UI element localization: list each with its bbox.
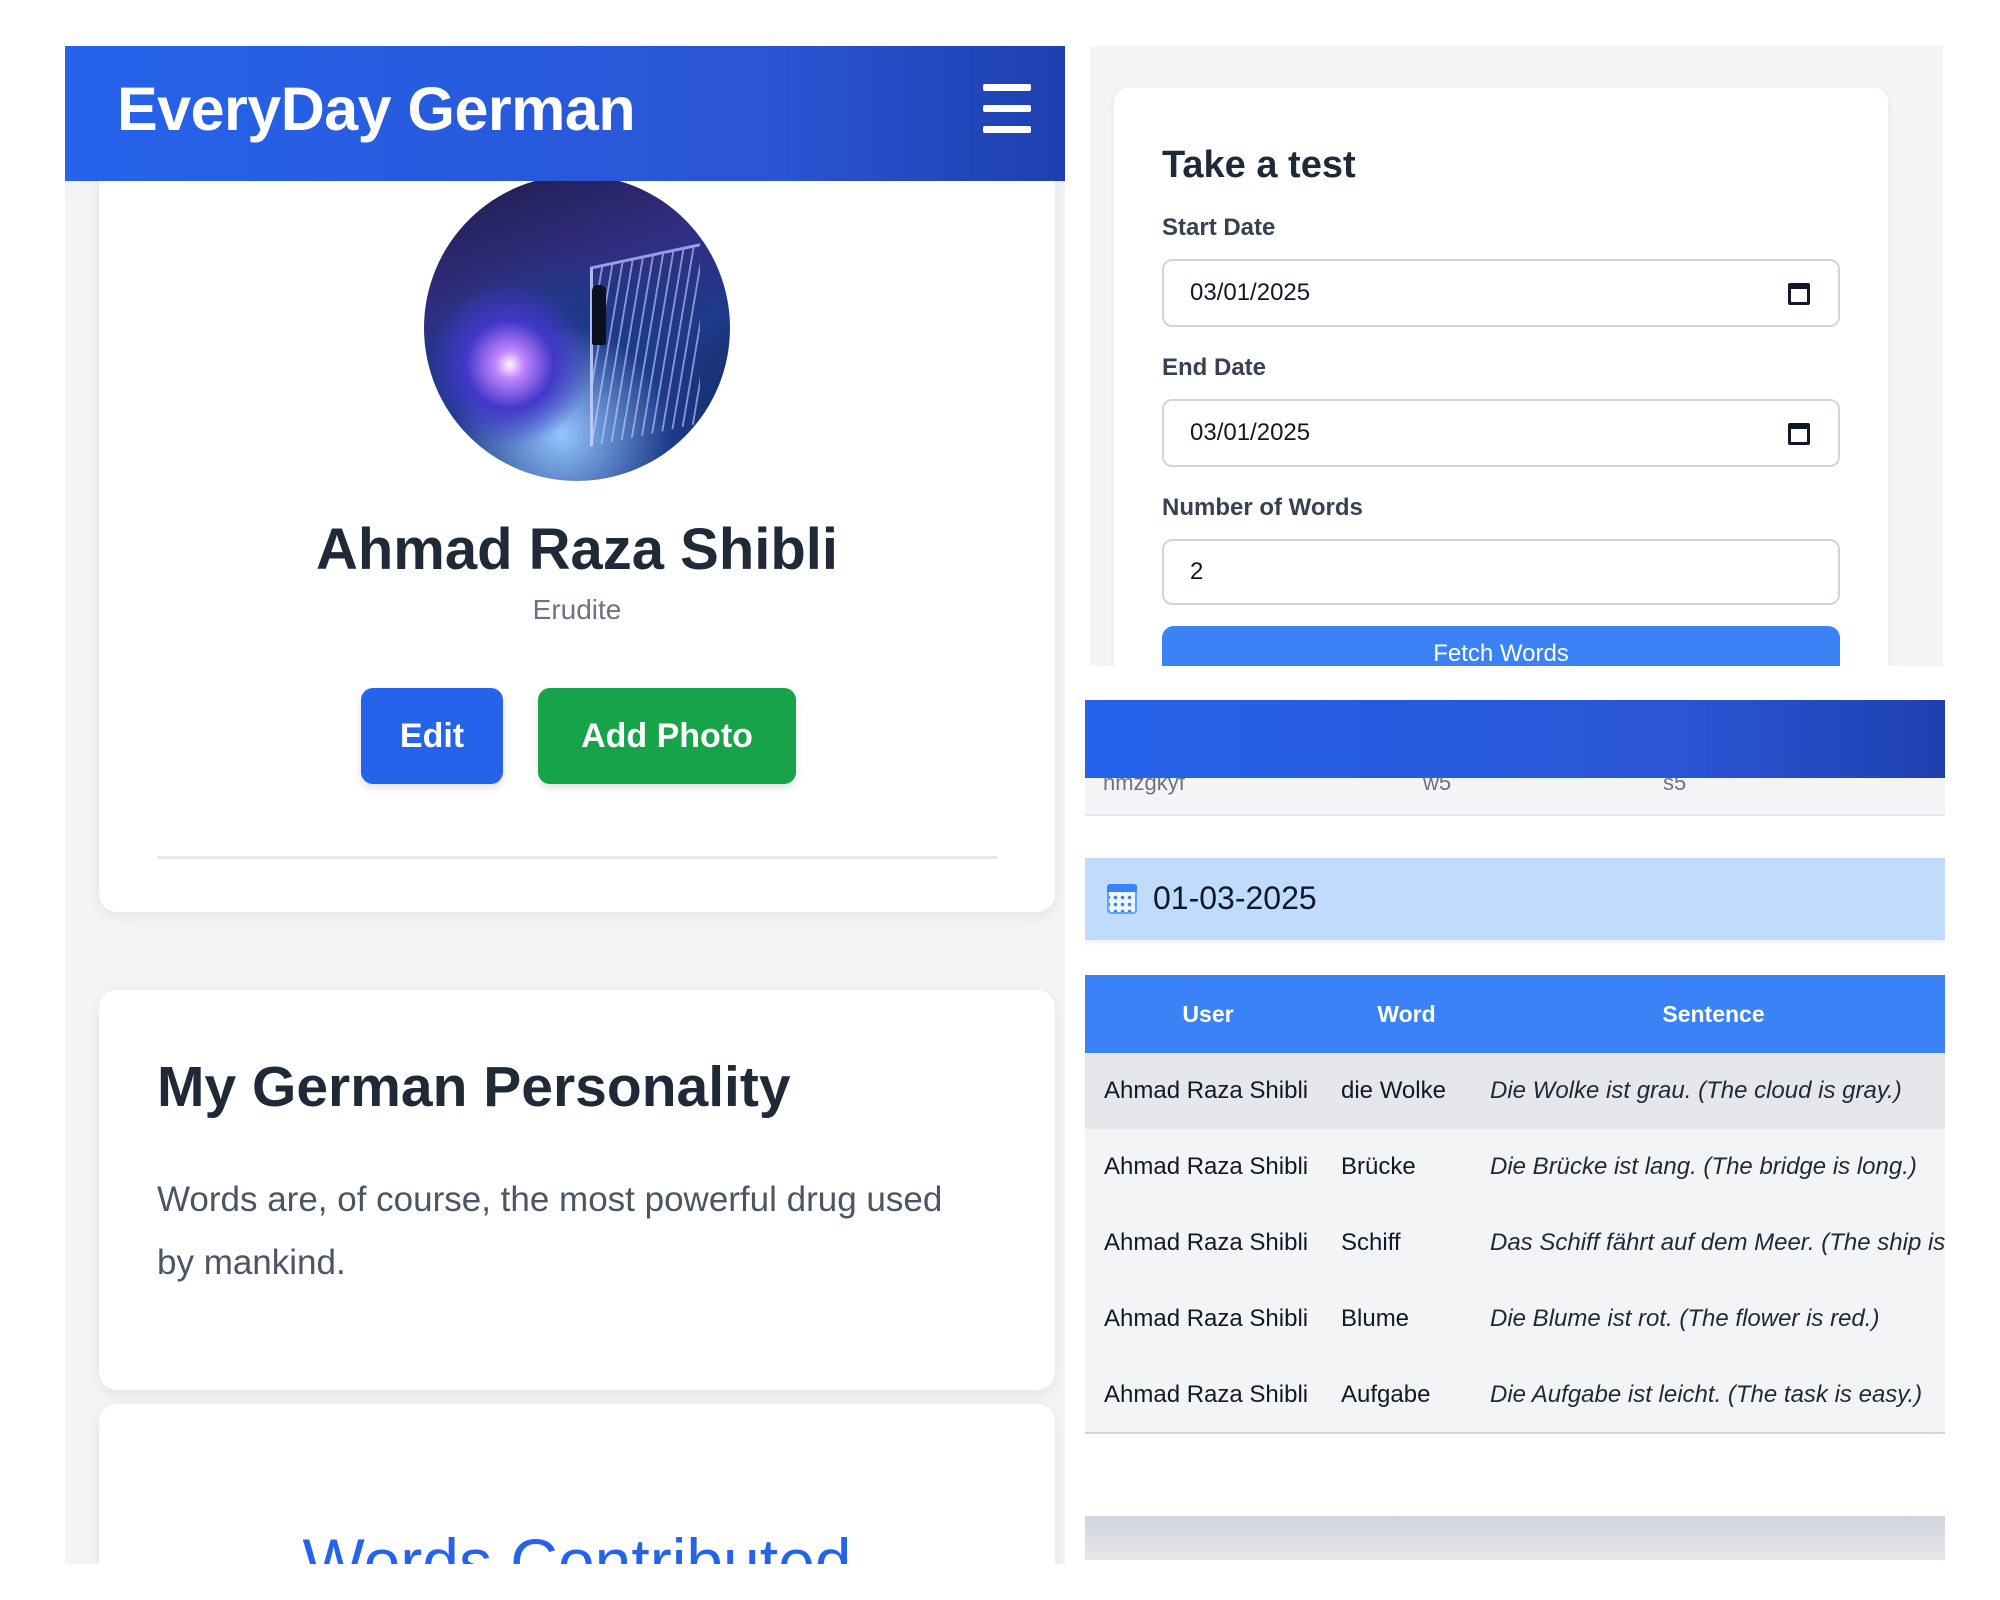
date-label: 01-03-2025 <box>1153 880 1317 916</box>
user-cell: Ahmad Raza Shibli <box>1104 1380 1309 1408</box>
end-date-input[interactable]: 03/01/2025 <box>1162 399 1840 467</box>
user-cell: Ahmad Raza Shibli <box>1104 1229 1309 1256</box>
calendar-icon[interactable] <box>1788 283 1810 305</box>
test-form-card: Take a test Start Date 03/01/2025 End Da… <box>1114 88 1888 666</box>
word-list-panel: nmzgkyf w5 s5 01-03-2025 User Word Sente… <box>1085 700 1945 1560</box>
start-date-input[interactable]: 03/01/2025 <box>1162 259 1840 327</box>
user-cell: Ahmad Raza Shibli <box>1104 1153 1309 1180</box>
table-row[interactable]: Ahmad Raza Shibli Aufgabe Die Aufgabe is… <box>1085 1357 1945 1433</box>
personality-card: My German Personality Words are, of cour… <box>99 990 1055 1390</box>
fetch-words-button[interactable]: Fetch Words <box>1162 626 1840 666</box>
number-of-words-value: 2 <box>1190 558 1204 585</box>
personality-quote: Words are, of course, the most powerful … <box>157 1180 943 1282</box>
sentence-cell: Die Aufgabe ist leicht. (The task is eas… <box>1490 1380 1923 1408</box>
navbar: EveryDay German <box>65 46 1065 181</box>
calendar-icon <box>1107 884 1137 914</box>
end-date-label: End Date <box>1162 354 1267 381</box>
end-date-value: 03/01/2025 <box>1190 419 1311 446</box>
hamburger-icon[interactable] <box>983 84 1031 134</box>
column-header-user[interactable]: User <box>1085 975 1331 1053</box>
divider <box>157 856 997 859</box>
test-panel: Take a test Start Date 03/01/2025 End Da… <box>1090 46 1943 666</box>
personality-heading: My German Personality <box>157 1055 791 1119</box>
table-header-row: User Word Sentence <box>1085 975 1945 1053</box>
word-table: User Word Sentence Ahmad Raza Shibli die… <box>1085 975 1945 1434</box>
words-contributed-card: Words Contributed <box>99 1404 1055 1564</box>
user-title: Erudite <box>532 594 622 625</box>
word-cell: Aufgabe <box>1341 1380 1431 1408</box>
profile-page: EveryDay German Ahmad Raza Shibli Erudit… <box>65 46 1065 1564</box>
profile-card: Ahmad Raza Shibli Erudite Edit Add Photo <box>99 106 1055 912</box>
calendar-icon[interactable] <box>1788 423 1810 445</box>
user-name: Ahmad Raza Shibli <box>315 517 839 582</box>
word-cell: Brücke <box>1341 1153 1416 1180</box>
number-of-words-label: Number of Words <box>1162 494 1363 521</box>
start-date-value: 03/01/2025 <box>1190 279 1311 306</box>
table-row[interactable]: Ahmad Raza Shibli Schiff Das Schiff fähr… <box>1085 1205 1945 1281</box>
column-header-word[interactable]: Word <box>1331 975 1482 1053</box>
start-date-label: Start Date <box>1162 214 1276 241</box>
edit-button[interactable]: Edit <box>361 688 503 784</box>
number-of-words-input[interactable]: 2 <box>1162 539 1840 605</box>
user-cell: Ahmad Raza Shibli <box>1104 1077 1309 1104</box>
word-cell: Blume <box>1341 1305 1410 1332</box>
user-cell: Ahmad Raza Shibli <box>1104 1305 1309 1332</box>
sentence-cell: Die Brücke ist lang. (The bridge is long… <box>1490 1153 1917 1180</box>
avatar <box>424 175 730 481</box>
words-contributed-heading: Words Contributed <box>302 1525 852 1564</box>
navbar <box>1085 700 1945 778</box>
sentence-cell: Das Schiff fährt auf dem Meer. (The ship… <box>1490 1229 1945 1256</box>
word-cell: die Wolke <box>1341 1077 1446 1104</box>
table-row[interactable]: Ahmad Raza Shibli die Wolke Die Wolke is… <box>1085 1053 1945 1129</box>
test-heading: Take a test <box>1162 144 1356 186</box>
column-header-sentence[interactable]: Sentence <box>1482 975 1945 1053</box>
word-cell: Schiff <box>1341 1229 1401 1256</box>
table-row: nmzgkyf w5 s5 <box>1085 770 1945 816</box>
table-row[interactable]: Ahmad Raza Shibli Blume Die Blume ist ro… <box>1085 1281 1945 1357</box>
brand-logo[interactable]: EveryDay German <box>117 74 636 144</box>
date-group-header[interactable]: 01-03-2025 <box>1085 858 1945 940</box>
add-photo-button[interactable]: Add Photo <box>538 688 796 784</box>
footer-bar <box>1085 1516 1945 1560</box>
table-row[interactable]: Ahmad Raza Shibli Brücke Die Brücke ist … <box>1085 1129 1945 1205</box>
sentence-cell: Die Blume ist rot. (The flower is red.) <box>1490 1305 1880 1332</box>
sentence-cell: Die Wolke ist grau. (The cloud is gray.) <box>1490 1077 1902 1104</box>
